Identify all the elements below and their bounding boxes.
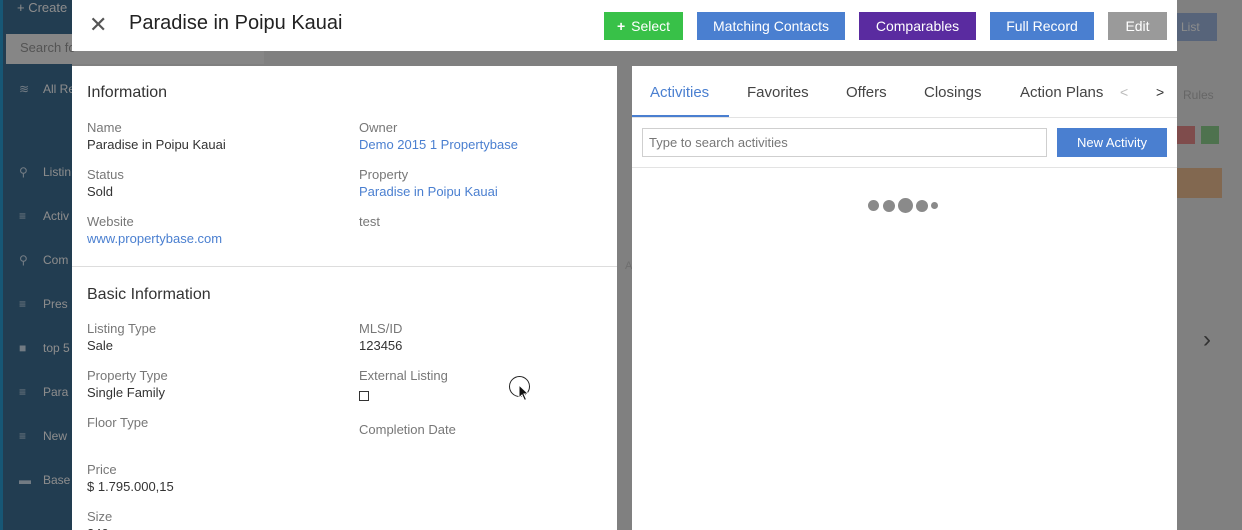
- full-record-button[interactable]: Full Record: [990, 12, 1094, 40]
- chevron-left-icon[interactable]: <: [1120, 84, 1128, 100]
- page-title: Paradise in Poipu Kauai: [129, 12, 343, 34]
- external-listing-label: External Listing: [359, 368, 448, 383]
- activity-search-input[interactable]: [642, 128, 1047, 157]
- plus-icon: +: [616, 18, 626, 34]
- property-type-label: Property Type: [87, 368, 168, 383]
- information-title: Information: [87, 84, 168, 101]
- loader-dot: [898, 198, 913, 213]
- size-label: Size: [87, 509, 113, 524]
- basic-information-title: Basic Information: [87, 286, 211, 303]
- loader-dot: [916, 200, 928, 212]
- tab-closings[interactable]: Closings: [924, 84, 982, 101]
- loader-dot: [868, 200, 879, 211]
- status-label: Status: [87, 167, 124, 182]
- close-icon[interactable]: ✕: [89, 14, 107, 36]
- owner-link[interactable]: Demo 2015 1 Propertybase: [359, 137, 518, 152]
- loading-spinner-icon: [868, 197, 940, 215]
- completion-date-label: Completion Date: [359, 422, 456, 437]
- modal-header: ✕ Paradise in Poipu Kauai + Select Matchi…: [72, 0, 1177, 51]
- property-link[interactable]: Paradise in Poipu Kauai: [359, 184, 498, 199]
- new-activity-button[interactable]: New Activity: [1057, 128, 1167, 157]
- matching-contacts-button[interactable]: Matching Contacts: [697, 12, 845, 40]
- information-section: Information Name Paradise in Poipu Kauai…: [72, 66, 617, 267]
- status-value: Sold: [87, 184, 114, 199]
- price-value: $ 1.795.000,15: [87, 479, 174, 494]
- extra-value: test: [359, 214, 380, 229]
- detail-panel: Information Name Paradise in Poipu Kauai…: [72, 66, 617, 530]
- tab-activities[interactable]: Activities: [650, 84, 709, 101]
- mouse-pointer-icon: [518, 384, 530, 402]
- tab-action-plans[interactable]: Action Plans: [1020, 84, 1103, 101]
- activity-search-row: New Activity: [632, 118, 1177, 168]
- active-tab-indicator: [632, 115, 729, 117]
- listing-type-value: Sale: [87, 338, 114, 353]
- chevron-right-icon[interactable]: >: [1156, 84, 1164, 100]
- floor-type-label: Floor Type: [87, 415, 149, 430]
- mls-value: 123456: [359, 338, 403, 353]
- property-label: Property: [359, 167, 409, 182]
- select-button[interactable]: + Select: [604, 12, 683, 40]
- name-label: Name: [87, 120, 122, 135]
- loader-dot: [931, 202, 938, 209]
- select-button-label: Select: [631, 18, 671, 34]
- tab-offers[interactable]: Offers: [846, 84, 887, 101]
- tab-favorites[interactable]: Favorites: [747, 84, 809, 101]
- website-label: Website: [87, 214, 134, 229]
- activity-panel: Activities Favorites Offers Closings Act…: [632, 66, 1177, 530]
- name-value: Paradise in Poipu Kauai: [87, 137, 226, 152]
- property-type-value: Single Family: [87, 385, 166, 400]
- website-link[interactable]: www.propertybase.com: [87, 231, 222, 246]
- listing-type-label: Listing Type: [87, 321, 157, 336]
- size-value: 240: [87, 526, 109, 530]
- basic-information-section: Basic Information Listing Type Sale MLS/…: [72, 267, 617, 530]
- external-listing-checkbox[interactable]: [359, 391, 369, 401]
- owner-label: Owner: [359, 120, 398, 135]
- loader-dot: [883, 200, 895, 212]
- comparables-button[interactable]: Comparables: [859, 12, 976, 40]
- mls-label: MLS/ID: [359, 321, 403, 336]
- activity-tabs: Activities Favorites Offers Closings Act…: [632, 66, 1177, 118]
- edit-button[interactable]: Edit: [1108, 12, 1167, 40]
- price-label: Price: [87, 462, 117, 477]
